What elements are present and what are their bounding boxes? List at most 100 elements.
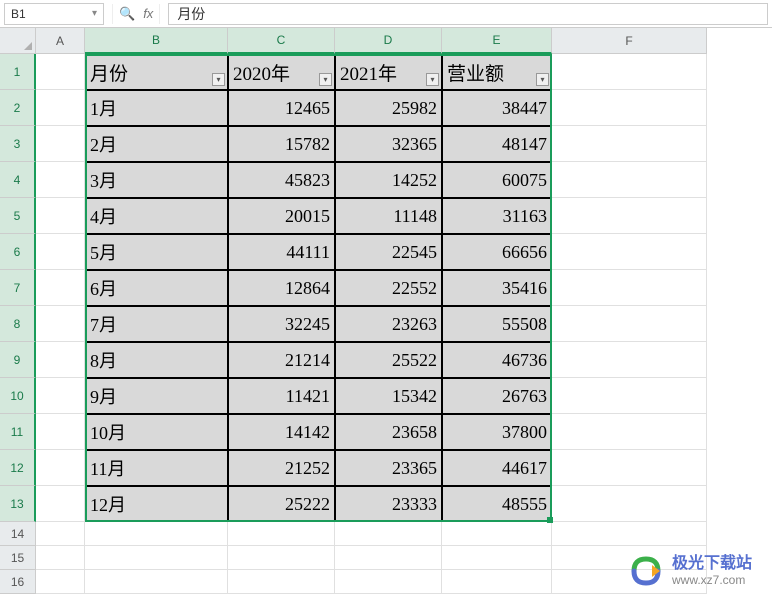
- cell[interactable]: 32245: [228, 306, 335, 342]
- cell[interactable]: 15342: [335, 378, 442, 414]
- cell[interactable]: 1月: [85, 90, 228, 126]
- cell[interactable]: [442, 546, 552, 570]
- row-header-14[interactable]: 14: [0, 522, 36, 546]
- row-header-3[interactable]: 3: [0, 126, 36, 162]
- cell[interactable]: [442, 570, 552, 594]
- row-header-7[interactable]: 7: [0, 270, 36, 306]
- cell-grid[interactable]: 月份▾2020年▾2021年▾营业额▾ 1月124652598238447 2月 15…: [36, 54, 707, 594]
- cell[interactable]: 10月: [85, 414, 228, 450]
- cell[interactable]: [36, 378, 85, 414]
- cell[interactable]: 8月: [85, 342, 228, 378]
- row-header-8[interactable]: 8: [0, 306, 36, 342]
- cell[interactable]: [36, 570, 85, 594]
- filter-dropdown-icon[interactable]: ▾: [212, 73, 225, 86]
- cell[interactable]: [552, 486, 707, 522]
- cell[interactable]: 11421: [228, 378, 335, 414]
- cell[interactable]: 48147: [442, 126, 552, 162]
- cell[interactable]: [552, 126, 707, 162]
- cell[interactable]: [36, 198, 85, 234]
- cell[interactable]: [36, 162, 85, 198]
- cell[interactable]: [335, 546, 442, 570]
- cell[interactable]: 44111: [228, 234, 335, 270]
- cell[interactable]: 9月: [85, 378, 228, 414]
- cell[interactable]: [36, 414, 85, 450]
- cell[interactable]: 14252: [335, 162, 442, 198]
- row-header-10[interactable]: 10: [0, 378, 36, 414]
- cell[interactable]: [552, 90, 707, 126]
- cell[interactable]: 32365: [335, 126, 442, 162]
- row-header-12[interactable]: 12: [0, 450, 36, 486]
- cell[interactable]: 23333: [335, 486, 442, 522]
- cell[interactable]: 2020年▾: [228, 54, 335, 90]
- cell[interactable]: 22552: [335, 270, 442, 306]
- cell[interactable]: [228, 522, 335, 546]
- chevron-down-icon[interactable]: ▾: [92, 8, 97, 19]
- cell[interactable]: 3月: [85, 162, 228, 198]
- cell[interactable]: [228, 546, 335, 570]
- cell[interactable]: 21252: [228, 450, 335, 486]
- cell[interactable]: 23263: [335, 306, 442, 342]
- cell[interactable]: 11148: [335, 198, 442, 234]
- column-header-c[interactable]: C: [228, 28, 335, 54]
- cell[interactable]: 38447: [442, 90, 552, 126]
- cell[interactable]: [85, 522, 228, 546]
- cell[interactable]: 营业额▾: [442, 54, 552, 90]
- cell[interactable]: [552, 378, 707, 414]
- search-icon[interactable]: 🔍: [119, 6, 135, 22]
- column-header-d[interactable]: D: [335, 28, 442, 54]
- cell[interactable]: 25222: [228, 486, 335, 522]
- cell[interactable]: [552, 414, 707, 450]
- row-header-15[interactable]: 15: [0, 546, 36, 570]
- cell[interactable]: [85, 546, 228, 570]
- cell[interactable]: 月份▾: [85, 54, 228, 90]
- cell[interactable]: [442, 522, 552, 546]
- cell[interactable]: 26763: [442, 378, 552, 414]
- cell[interactable]: 22545: [335, 234, 442, 270]
- cell[interactable]: 23365: [335, 450, 442, 486]
- cell[interactable]: [36, 450, 85, 486]
- cell[interactable]: [228, 570, 335, 594]
- cell[interactable]: 14142: [228, 414, 335, 450]
- cell[interactable]: 11月: [85, 450, 228, 486]
- cell[interactable]: 21214: [228, 342, 335, 378]
- cell[interactable]: [552, 54, 707, 90]
- row-header-16[interactable]: 16: [0, 570, 36, 594]
- cell[interactable]: 12465: [228, 90, 335, 126]
- cell[interactable]: [552, 234, 707, 270]
- filter-dropdown-icon[interactable]: ▾: [426, 73, 439, 86]
- row-header-2[interactable]: 2: [0, 90, 36, 126]
- cell[interactable]: [552, 270, 707, 306]
- select-all-corner[interactable]: [0, 28, 36, 54]
- cell[interactable]: 7月: [85, 306, 228, 342]
- cell[interactable]: [552, 342, 707, 378]
- cell[interactable]: 44617: [442, 450, 552, 486]
- cell[interactable]: 2月: [85, 126, 228, 162]
- cell[interactable]: 46736: [442, 342, 552, 378]
- cell[interactable]: 45823: [228, 162, 335, 198]
- cell[interactable]: [36, 234, 85, 270]
- cell[interactable]: 12月: [85, 486, 228, 522]
- column-header-f[interactable]: F: [552, 28, 707, 54]
- fx-icon[interactable]: fx: [143, 6, 153, 21]
- row-header-6[interactable]: 6: [0, 234, 36, 270]
- cell[interactable]: 4月: [85, 198, 228, 234]
- cell[interactable]: [335, 570, 442, 594]
- cell[interactable]: 2021年▾: [335, 54, 442, 90]
- cell[interactable]: 12864: [228, 270, 335, 306]
- row-header-1[interactable]: 1: [0, 54, 36, 90]
- cell[interactable]: 66656: [442, 234, 552, 270]
- cell[interactable]: 6月: [85, 270, 228, 306]
- cell[interactable]: 20015: [228, 198, 335, 234]
- filter-dropdown-icon[interactable]: ▾: [536, 73, 549, 86]
- row-header-11[interactable]: 11: [0, 414, 36, 450]
- cell[interactable]: 25982: [335, 90, 442, 126]
- cell[interactable]: [36, 486, 85, 522]
- cell[interactable]: [36, 126, 85, 162]
- cell[interactable]: 35416: [442, 270, 552, 306]
- cell[interactable]: [85, 570, 228, 594]
- cell[interactable]: [36, 546, 85, 570]
- column-header-e[interactable]: E: [442, 28, 552, 54]
- cell[interactable]: [552, 522, 707, 546]
- cell-reference-box[interactable]: B1 ▾: [4, 3, 104, 25]
- cell[interactable]: [36, 342, 85, 378]
